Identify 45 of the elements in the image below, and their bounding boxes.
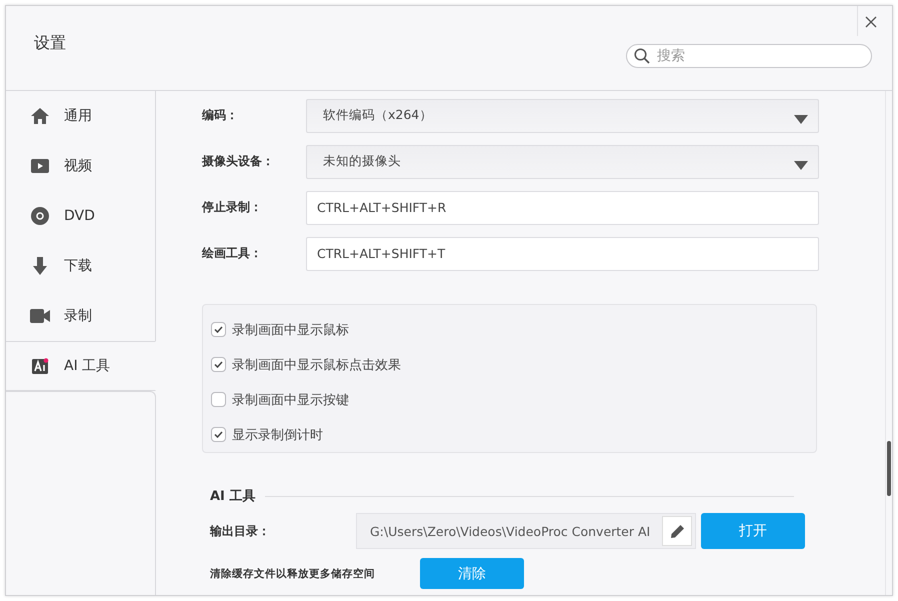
output-label: 输出目录： <box>210 522 271 540</box>
setting-label: 绘画工具： <box>202 245 263 262</box>
sidebar-item[interactable]: 通用 <box>6 91 156 141</box>
checkbox[interactable] <box>211 357 226 372</box>
shortcut-field[interactable]: CTRL+ALT+SHIFT+T <box>306 236 819 270</box>
sidebar-item[interactable]: DVD <box>6 191 156 241</box>
sidebar-item[interactable]: 视频 <box>6 141 156 191</box>
option-label: 录制画面中显示鼠标点击效果 <box>232 356 401 374</box>
scrollbar[interactable] <box>885 91 892 595</box>
setting-label: 停止录制： <box>202 199 263 216</box>
checkbox[interactable] <box>211 427 226 442</box>
cache-note: 清除缓存文件以释放更多储存空间 <box>210 566 376 580</box>
edit-button[interactable] <box>662 516 692 546</box>
sidebar-item[interactable]: AI 工具 <box>6 341 156 391</box>
sidebar-item[interactable]: 录制 <box>6 291 156 341</box>
play-icon <box>31 159 49 173</box>
option-label: 显示录制倒计时 <box>232 426 323 444</box>
download-icon <box>33 257 47 275</box>
search-icon <box>634 48 650 64</box>
disc-icon <box>31 207 49 225</box>
checkbox[interactable] <box>211 392 226 407</box>
section-heading: AI 工具 <box>210 488 256 505</box>
ai-icon <box>32 358 48 374</box>
caret-icon <box>794 115 808 124</box>
search-field[interactable]: 搜索 <box>626 44 872 68</box>
checkbox[interactable] <box>211 322 226 337</box>
checkmark-icon <box>214 361 223 368</box>
window-title: 设置 <box>34 32 66 54</box>
checkmark-icon <box>214 431 223 438</box>
sidebar-item[interactable]: 下载 <box>6 241 156 291</box>
scrollbar-thumb[interactable] <box>887 441 891 496</box>
dropdown[interactable]: 软件编码（x264） <box>306 98 819 132</box>
option-label: 录制画面中显示鼠标 <box>232 322 349 338</box>
close-icon <box>865 16 877 28</box>
home-icon <box>31 108 49 124</box>
setting-label: 编码： <box>202 107 239 124</box>
checkmark-icon <box>214 326 223 333</box>
dropdown[interactable]: 未知的摄像头 <box>306 144 819 178</box>
camera-icon <box>30 309 50 323</box>
output-path-field[interactable]: G:\Users\Zero\Videos\VideoProc Converter AI <box>356 513 696 549</box>
shortcut-field[interactable]: CTRL+ALT+SHIFT+R <box>306 190 819 224</box>
option-label: 录制画面中显示按键 <box>232 392 349 408</box>
caret-icon <box>794 161 808 170</box>
pencil-icon <box>670 524 684 538</box>
setting-label: 摄像头设备： <box>202 153 275 170</box>
